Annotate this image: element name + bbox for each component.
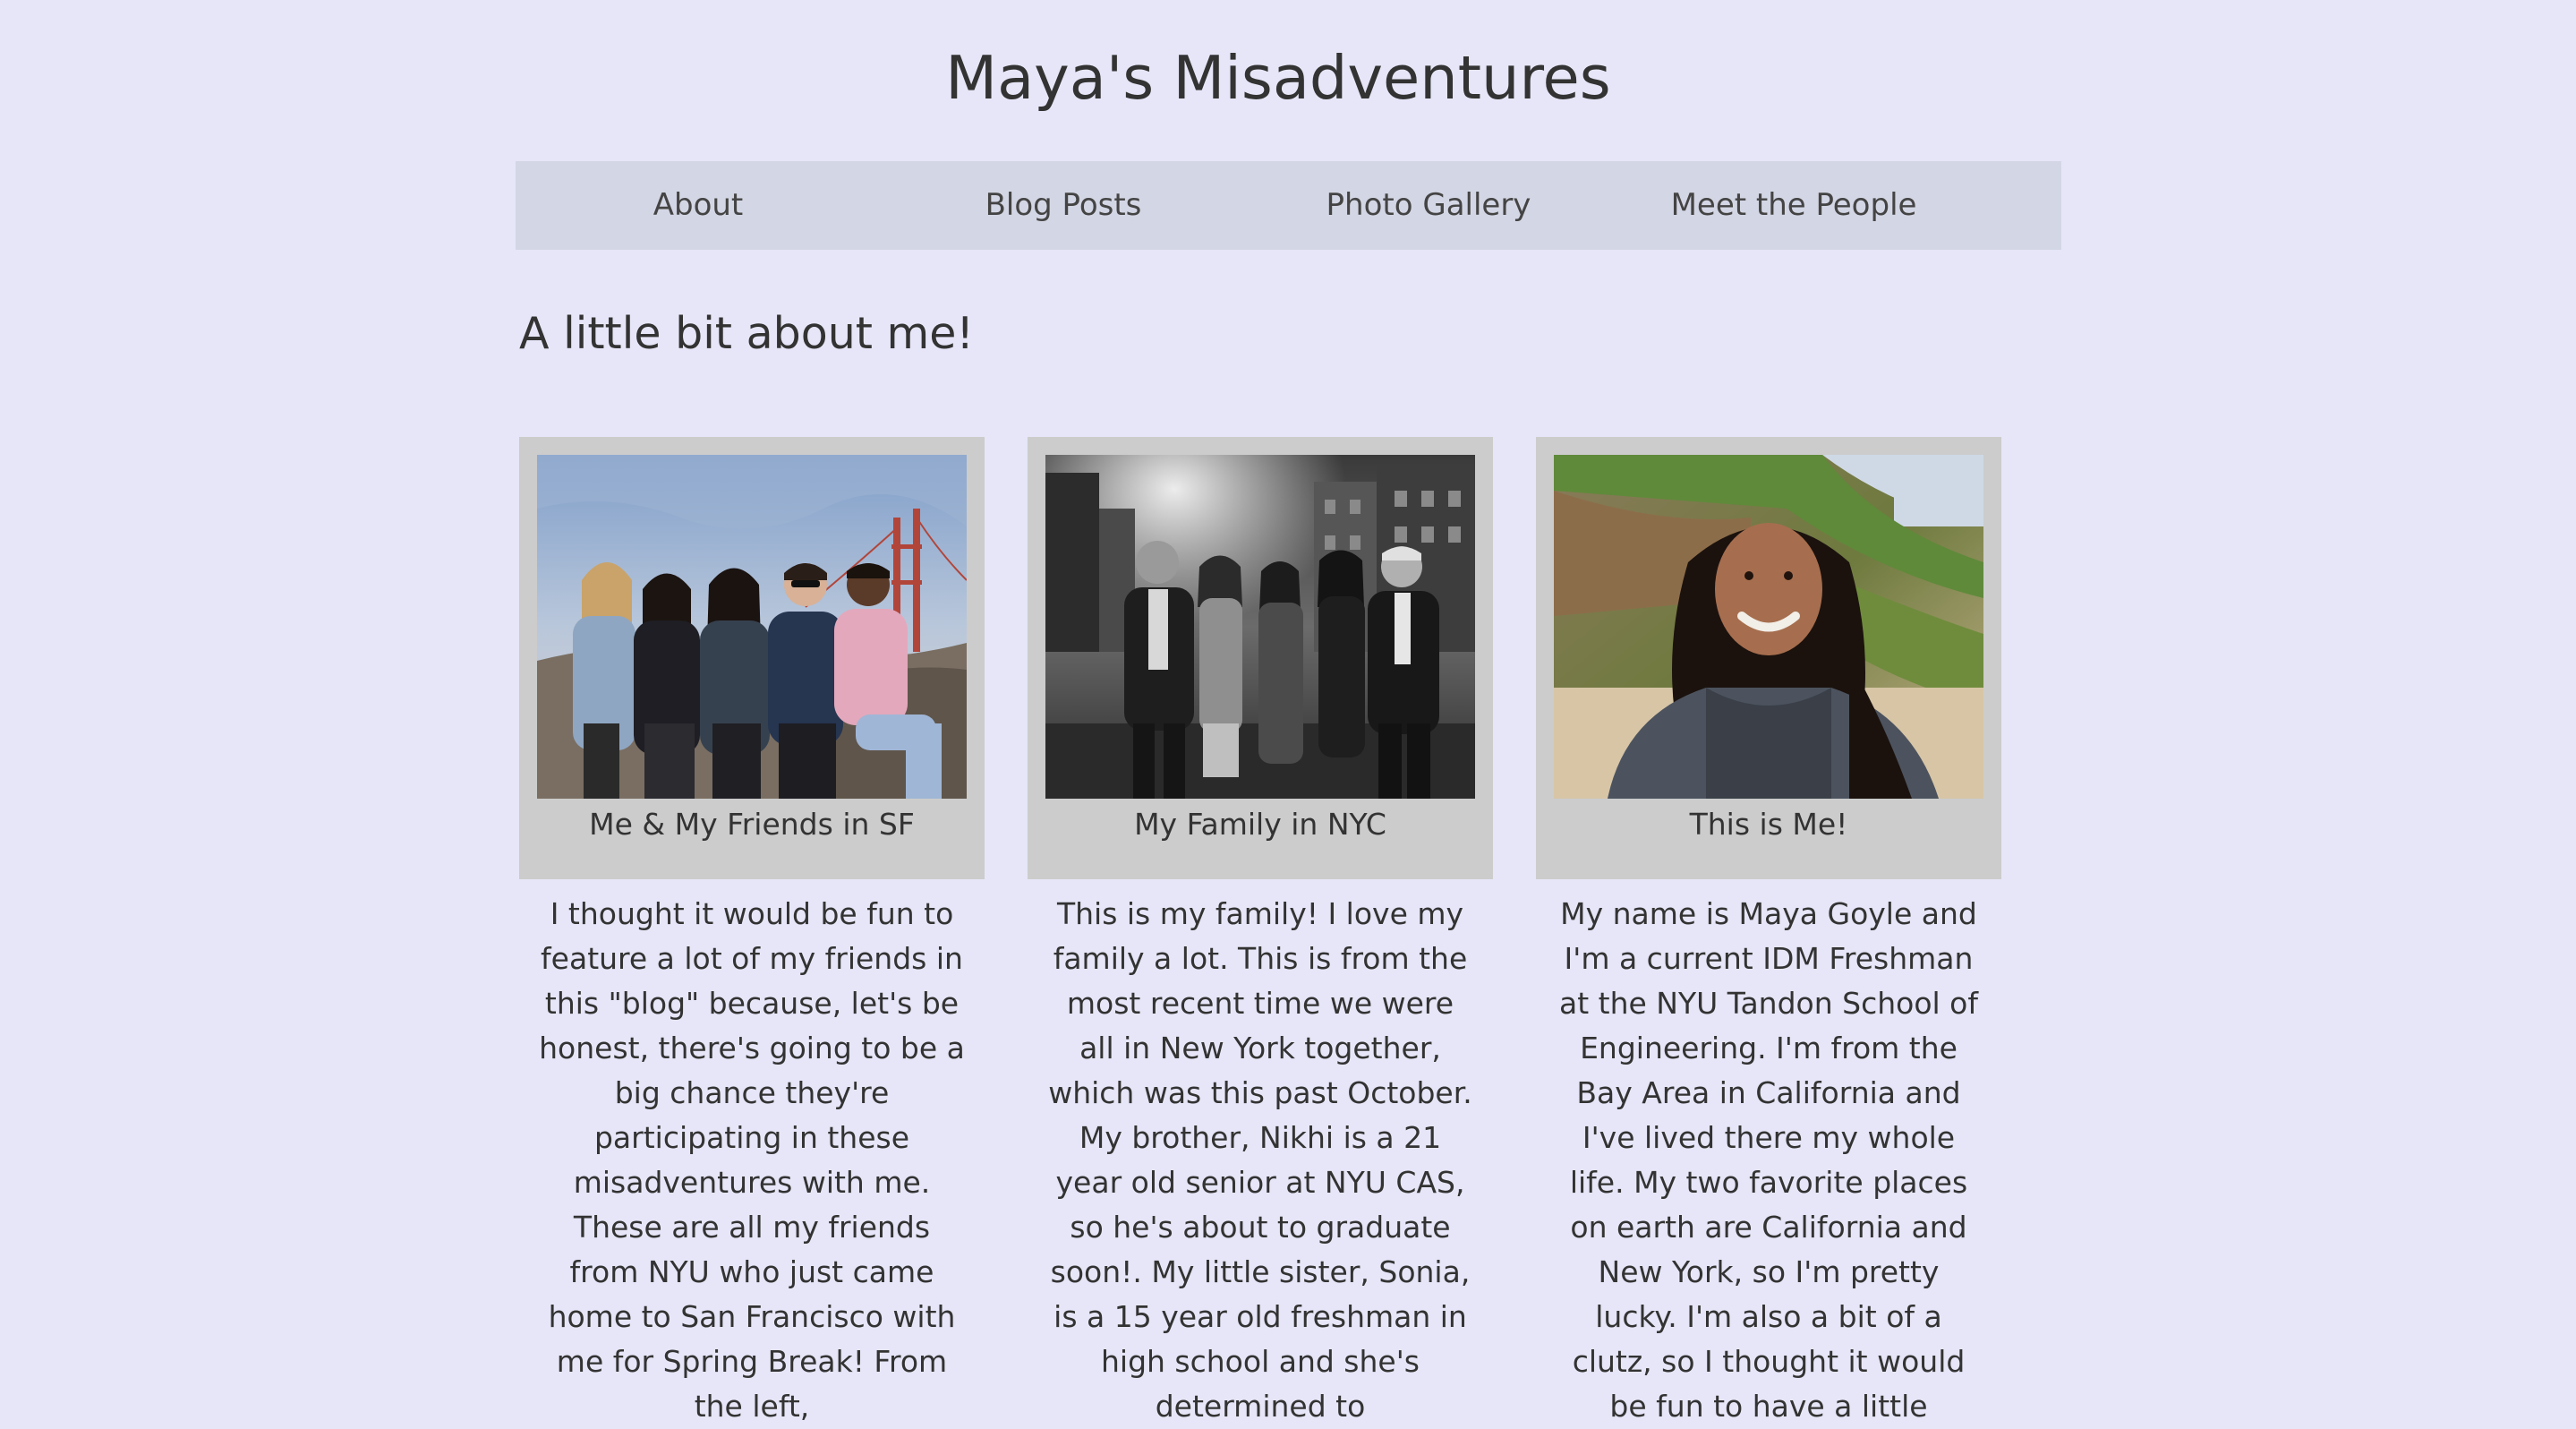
- card-description: This is my family! I love my family a lo…: [1048, 896, 1472, 1424]
- photo-frame: Me & My Friends in SF: [519, 437, 985, 879]
- card-friends-sf: Me & My Friends in SF I thought it would…: [519, 437, 985, 1429]
- card-caption: Me & My Friends in SF: [589, 807, 915, 842]
- nav-item-meet-the-people[interactable]: Meet the People: [1611, 161, 1976, 250]
- card-family-nyc: My Family in NYC This is my family! I lo…: [1028, 437, 1493, 1429]
- photo-frame: My Family in NYC: [1028, 437, 1493, 879]
- family-photo: [1045, 455, 1475, 799]
- section-heading: A little bit about me!: [519, 308, 975, 359]
- nav-item-blog-posts[interactable]: Blog Posts: [881, 161, 1246, 250]
- main-nav: About Blog Posts Photo Gallery Meet the …: [516, 161, 2061, 250]
- site-title: Maya's Misadventures: [945, 43, 1611, 113]
- photo-frame: This is Me!: [1536, 437, 2001, 879]
- card-this-is-me: This is Me! My name is Maya Goyle and I'…: [1536, 437, 2001, 1429]
- card-caption: My Family in NYC: [1134, 807, 1386, 842]
- card-description: My name is Maya Goyle and I'm a current …: [1558, 896, 1978, 1424]
- portrait-photo: [1554, 455, 1983, 799]
- card-caption: This is Me!: [1689, 807, 1848, 842]
- friends-photo: [537, 455, 967, 799]
- nav-item-photo-gallery[interactable]: Photo Gallery: [1246, 161, 1611, 250]
- card-description: I thought it would be fun to feature a l…: [539, 896, 965, 1424]
- nav-item-about[interactable]: About: [516, 161, 881, 250]
